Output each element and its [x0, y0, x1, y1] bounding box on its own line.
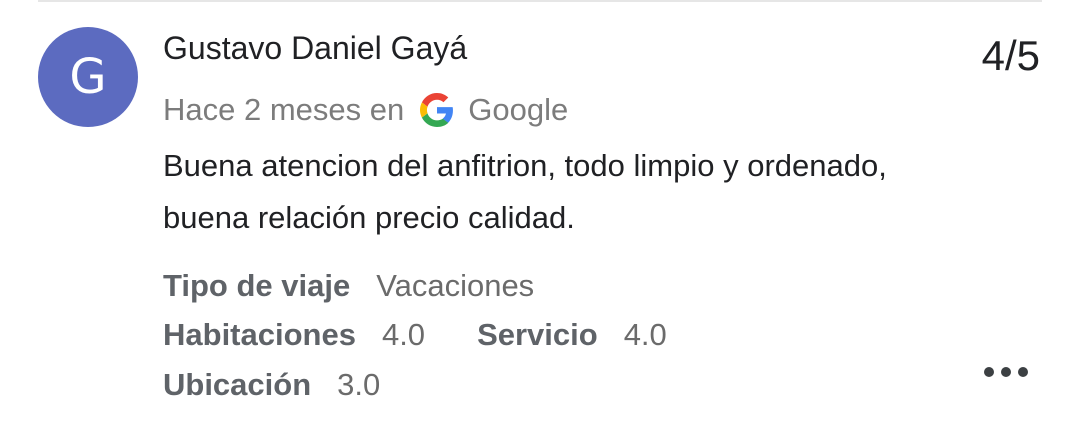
rooms-label: Habitaciones	[163, 317, 356, 352]
attribute-row-ratings: Habitaciones 4.0 Servicio 4.0	[163, 315, 667, 355]
service-value: 4.0	[623, 317, 667, 352]
author-name[interactable]: Gustavo Daniel Gayá	[163, 30, 467, 67]
avatar[interactable]: G	[38, 27, 138, 127]
attribute-row-trip-type: Tipo de viaje Vacaciones	[163, 266, 534, 306]
review-card: G Gustavo Daniel Gayá 4/5 Hace 2 meses e…	[0, 0, 1080, 431]
location-value: 3.0	[337, 367, 381, 402]
trip-type-label: Tipo de viaje	[163, 268, 351, 303]
rating-score: 4/5	[981, 32, 1040, 79]
google-g-icon	[420, 93, 454, 127]
more-horiz-icon[interactable]	[984, 360, 1028, 384]
location-label: Ubicación	[163, 367, 312, 402]
review-text: Buena atencion del anfitrion, todo limpi…	[163, 148, 887, 235]
trip-type-value: Vacaciones	[376, 268, 535, 303]
review-source: Google	[468, 92, 569, 127]
review-meta: Hace 2 meses en Google	[163, 90, 568, 130]
time-ago: Hace 2 meses en	[163, 92, 405, 127]
divider	[38, 0, 1042, 2]
attribute-row-location: Ubicación 3.0	[163, 365, 380, 405]
service-label: Servicio	[477, 317, 598, 352]
rooms-value: 4.0	[381, 317, 426, 352]
avatar-initial: G	[69, 49, 107, 105]
